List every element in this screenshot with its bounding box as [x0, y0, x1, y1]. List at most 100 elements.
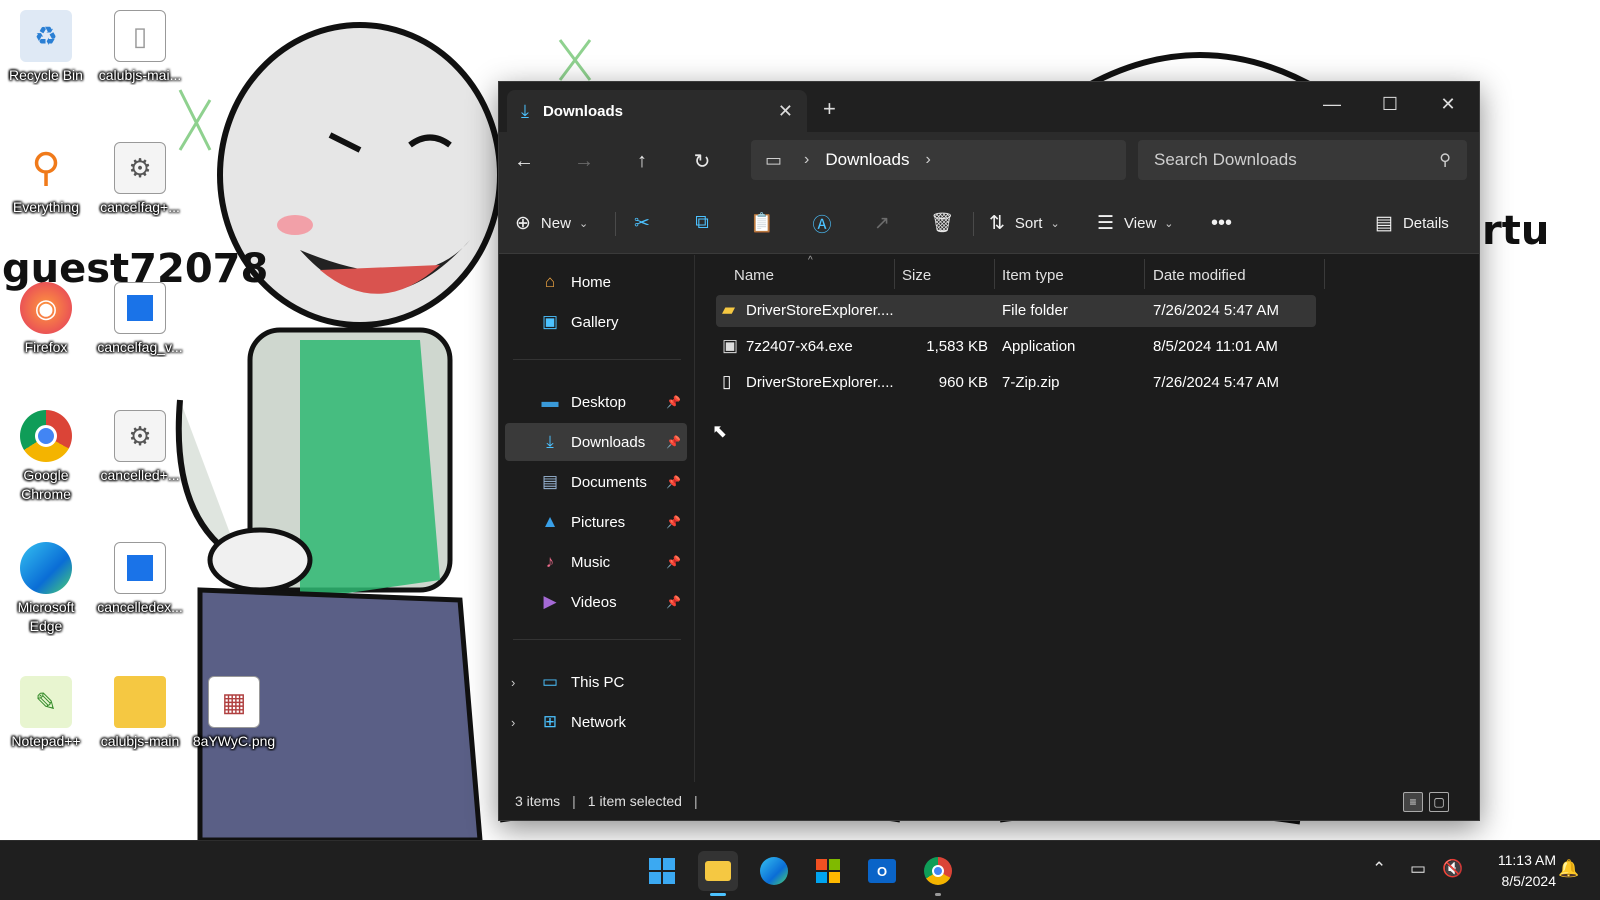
app-icon [114, 282, 166, 334]
volume-muted-icon[interactable]: 🔇 [1442, 859, 1463, 879]
pin-icon[interactable]: 📌 [666, 515, 681, 529]
desktop-icon-firefox[interactable]: ◉ Firefox [0, 282, 92, 357]
close-window-button[interactable]: ✕ [1425, 88, 1471, 120]
desktop-icon-label: cancelled+... [100, 467, 180, 483]
chevron-down-icon: ⌄ [1050, 217, 1060, 230]
sidebar-item-gallery[interactable]: ▣ Gallery [505, 303, 687, 341]
column-divider[interactable] [1324, 259, 1325, 289]
file-row[interactable]: ▰ DriverStoreExplorer.... File folder 7/… [716, 295, 1316, 327]
sidebar-item-label: Gallery [571, 313, 619, 331]
file-date-modified: 8/5/2024 11:01 AM [1153, 338, 1278, 355]
new-button[interactable]: ⊕ New ⌄ [515, 208, 588, 238]
desktop-icon-label: cancelfag_v... [97, 339, 183, 355]
column-divider[interactable] [894, 259, 895, 289]
sidebar-item-this-pc[interactable]: › ▭ This PC [505, 663, 687, 701]
search-input[interactable]: Search Downloads [1154, 150, 1439, 170]
rename-icon[interactable]: Ⓐ [807, 208, 837, 238]
start-button[interactable] [642, 851, 682, 891]
this-pc-icon[interactable]: ▭ [765, 150, 782, 171]
desktop-icon-calubjs-folder[interactable]: calubjs-main [94, 676, 186, 751]
view-label: View [1124, 214, 1157, 232]
forward-button[interactable]: → [567, 144, 601, 178]
minimize-button[interactable]: — [1309, 88, 1355, 120]
wallpaper-partial-text: rtu [1482, 208, 1550, 254]
pin-icon[interactable]: 📌 [666, 395, 681, 409]
pin-icon[interactable]: 📌 [666, 435, 681, 449]
tab-downloads[interactable]: ⤓ Downloads ✕ [507, 90, 807, 132]
taskbar-chrome[interactable] [918, 851, 958, 896]
title-bar[interactable]: ⤓ Downloads ✕ + — ☐ ✕ [499, 82, 1479, 132]
share-icon[interactable]: ↗ [867, 208, 897, 238]
column-header-size[interactable]: Size [902, 261, 931, 289]
file-list-view[interactable]: Name ^ Size Item type Date modified ▰ Dr… [696, 255, 1481, 782]
sidebar-item-videos[interactable]: ▶ Videos 📌 [505, 583, 687, 621]
taskbar-outlook[interactable]: O [862, 851, 902, 891]
refresh-button[interactable]: ↻ [685, 144, 719, 178]
gallery-icon: ▣ [541, 312, 559, 331]
close-tab-icon[interactable]: ✕ [778, 101, 793, 122]
system-clock[interactable]: 11:13 AM 8/5/2024 [1474, 850, 1556, 892]
desktop-icon-8aywyc-png[interactable]: ▦ 8aYWyC.png [188, 676, 280, 751]
column-divider[interactable] [994, 259, 995, 289]
paste-icon[interactable]: 📋 [747, 208, 777, 238]
notifications-bell-icon[interactable]: 🔔 [1558, 859, 1579, 879]
file-icon: ▯ [114, 10, 166, 62]
sidebar-item-documents[interactable]: ▤ Documents 📌 [505, 463, 687, 501]
delete-icon[interactable]: 🗑 [927, 208, 957, 238]
search-box[interactable]: Search Downloads ⚲ [1138, 140, 1467, 180]
column-header-name[interactable]: Name [734, 261, 774, 289]
maximize-button[interactable]: ☐ [1367, 88, 1413, 120]
sidebar-item-desktop[interactable]: ▬ Desktop 📌 [505, 383, 687, 421]
back-button[interactable]: ← [507, 144, 541, 178]
desktop-icon-calubjs-file[interactable]: ▯ calubjs-mai... [94, 10, 186, 85]
sort-button[interactable]: ⇅ Sort ⌄ [989, 208, 1060, 238]
cut-icon[interactable]: ✂ [627, 208, 657, 238]
sidebar-item-pictures[interactable]: ▲ Pictures 📌 [505, 503, 687, 541]
breadcrumb-chevron-icon[interactable]: › [925, 151, 930, 169]
file-explorer-icon [705, 861, 731, 881]
navigation-bar: ← → ↑ ↻ ▭ › Downloads › Search Downloads… [499, 132, 1479, 192]
desktop-icon-cancelfag-settings[interactable]: ⚙ cancelfag+... [94, 142, 186, 217]
desktop-icon-microsoft-edge[interactable]: Microsoft Edge [0, 542, 92, 636]
expand-chevron-icon[interactable]: › [511, 715, 515, 730]
view-button[interactable]: ☰ View ⌄ [1097, 208, 1174, 238]
more-options-button[interactable]: ••• [1211, 208, 1232, 238]
network-icon: ⊞ [542, 712, 558, 731]
desktop-icon-cancelledex-app[interactable]: cancelledex... [94, 542, 186, 617]
pin-icon[interactable]: 📌 [666, 555, 681, 569]
file-row[interactable]: ▯ DriverStoreExplorer.... 960 KB 7-Zip.z… [716, 367, 1316, 399]
breadcrumb-chevron-icon[interactable]: › [804, 151, 809, 169]
taskbar-file-explorer[interactable] [698, 851, 738, 896]
sidebar-item-network[interactable]: › ⊞ Network [505, 703, 687, 741]
desktop-icon-recycle-bin[interactable]: ♻ Recycle Bin [0, 10, 92, 85]
taskbar-edge[interactable] [754, 851, 794, 891]
pin-icon[interactable]: 📌 [666, 595, 681, 609]
up-button[interactable]: ↑ [625, 144, 659, 178]
show-hidden-icons-chevron-icon[interactable]: ⌃ [1372, 859, 1386, 879]
sidebar-item-music[interactable]: ♪ Music 📌 [505, 543, 687, 581]
desktop-icon-notepad-plus-plus[interactable]: ✎ Notepad++ [0, 676, 92, 751]
new-tab-button[interactable]: + [823, 96, 836, 122]
pin-icon[interactable]: 📌 [666, 475, 681, 489]
copy-icon[interactable]: ⧉ [687, 208, 717, 238]
column-divider[interactable] [1144, 259, 1145, 289]
tiles-view-toggle[interactable]: ▢ [1429, 792, 1449, 812]
active-indicator [710, 893, 726, 896]
address-bar[interactable]: ▭ › Downloads › [751, 140, 1126, 180]
network-status-icon[interactable]: ▭ [1410, 859, 1426, 879]
taskbar-microsoft-store[interactable] [808, 851, 848, 891]
desktop-icon-everything[interactable]: ⚲ Everything [0, 142, 92, 217]
breadcrumb-downloads[interactable]: Downloads [825, 150, 909, 170]
sidebar-item-home[interactable]: ⌂ Home [505, 263, 687, 301]
column-header-date-modified[interactable]: Date modified [1153, 261, 1246, 289]
desktop-icon: ▬ [541, 392, 559, 411]
details-view-toggle[interactable]: ≡ [1403, 792, 1423, 812]
file-row[interactable]: ▣ 7z2407-x64.exe 1,583 KB Application 8/… [716, 331, 1316, 363]
desktop-icon-google-chrome[interactable]: Google Chrome [0, 410, 92, 504]
expand-chevron-icon[interactable]: › [511, 675, 515, 690]
desktop-icon-cancelfag-app[interactable]: cancelfag_v... [94, 282, 186, 357]
desktop-icon-cancelled-settings[interactable]: ⚙ cancelled+... [94, 410, 186, 485]
column-header-item-type[interactable]: Item type [1002, 261, 1064, 289]
sidebar-item-downloads[interactable]: ⤓ Downloads 📌 [505, 423, 687, 461]
details-pane-button[interactable]: ▤ Details [1375, 208, 1449, 238]
